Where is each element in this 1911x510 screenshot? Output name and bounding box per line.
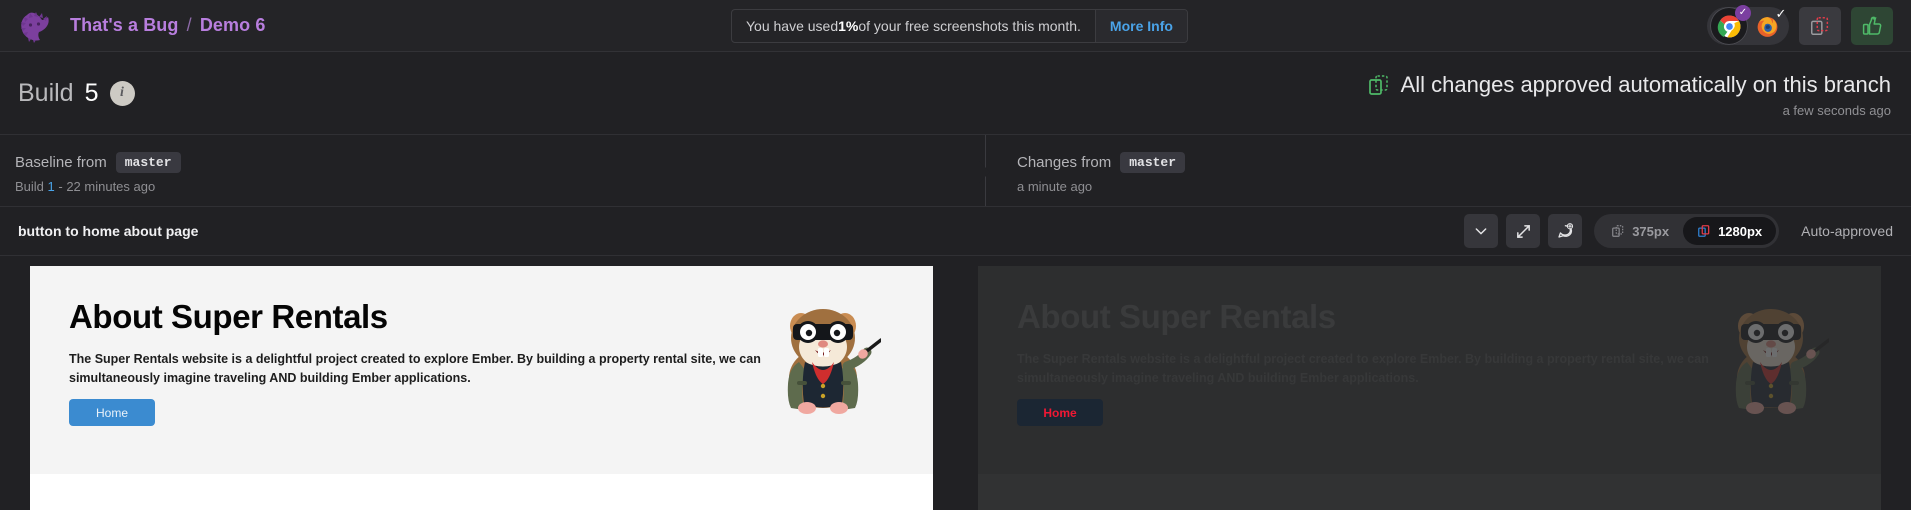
comparison-summary-row: Baseline from master Build 1 - 22 minute… — [0, 135, 1911, 207]
baseline-subtext: Build 1 - 22 minutes ago — [15, 179, 985, 194]
changes-column: Changes from master a minute ago — [985, 135, 1911, 206]
brand-area[interactable]: That's a Bug / Demo 6 — [0, 9, 265, 43]
chevron-down-icon — [1475, 228, 1487, 235]
diff-snapshot-icon — [1612, 225, 1624, 237]
baseline-column: Baseline from master Build 1 - 22 minute… — [0, 135, 985, 206]
breadcrumb[interactable]: That's a Bug / Demo 6 — [70, 15, 265, 36]
width-option-375[interactable]: 375px — [1597, 217, 1683, 245]
usage-banner-text: You have used 1% of your free screenshot… — [732, 10, 1095, 42]
page-footer-strip — [978, 474, 1881, 510]
rendered-heading: About Super Rentals — [1017, 298, 1336, 335]
changes-label: Changes from — [1017, 154, 1112, 171]
build-status-line: All changes approved automatically on th… — [1367, 72, 1891, 98]
width-option-375-label: 375px — [1632, 223, 1670, 239]
page-footer-strip — [30, 474, 933, 510]
diff-snapshot-icon-colored — [1698, 225, 1710, 237]
browser-chip-firefox[interactable]: ✓ — [1748, 7, 1786, 45]
snapshot-approval-status: Auto-approved — [1801, 223, 1893, 239]
breadcrumb-separator: / — [186, 15, 192, 35]
width-option-1280-label: 1280px — [1718, 223, 1763, 239]
expand-arrows-icon — [1516, 224, 1530, 238]
top-navigation-bar: That's a Bug / Demo 6 You have used 1% o… — [0, 0, 1911, 52]
more-info-button[interactable]: More Info — [1094, 10, 1187, 42]
percy-lion-logo-icon[interactable] — [18, 9, 56, 43]
firefox-approved-badge: ✓ — [1775, 5, 1787, 21]
usage-percent: 1% — [838, 18, 859, 34]
changes-branch-tag[interactable]: master — [1120, 152, 1186, 173]
info-icon[interactable]: i — [109, 80, 135, 106]
collapse-button[interactable] — [1464, 214, 1499, 248]
comment-plus-icon — [1558, 223, 1574, 238]
snapshot-name: button to home about page — [18, 223, 199, 239]
rendered-home-button-diff[interactable]: Home — [1017, 399, 1103, 426]
snapshot-comparison-area: About Super Rentals The Super Rentals we… — [0, 256, 1911, 510]
build-label: Build — [18, 78, 74, 107]
rendered-heading: About Super Rentals — [69, 298, 388, 335]
diff-review-button[interactable] — [1799, 7, 1841, 45]
baseline-build-time: - 22 minutes ago — [54, 179, 156, 194]
baseline-build-prefix: Build — [15, 179, 48, 194]
changed-rendered-page: About Super Rentals The Super Rentals we… — [978, 266, 1881, 510]
width-toggle-group: 375px 1280px — [1594, 214, 1780, 248]
percy-lion-logo-svg — [21, 11, 49, 43]
baseline-snapshot-panel[interactable]: About Super Rentals The Super Rentals we… — [30, 266, 933, 510]
browser-toggle-group: ✓ ✓ — [1707, 5, 1789, 45]
baseline-branch-tag[interactable]: master — [115, 152, 181, 173]
build-header: Build 5 i All changes approved automatic… — [0, 52, 1911, 135]
fullscreen-button[interactable] — [1506, 214, 1541, 248]
changes-subtext: a minute ago — [1017, 179, 1093, 194]
build-title: Build 5 i — [0, 79, 135, 108]
rendered-paragraph: The Super Rentals website is a delightfu… — [69, 352, 761, 385]
thumbs-up-icon — [1862, 16, 1882, 35]
baseline-label-row: Baseline from master — [15, 152, 985, 173]
ember-tomster-mascot-icon — [771, 282, 883, 427]
ember-tomster-mascot-icon — [1719, 282, 1831, 427]
build-status-time: a few seconds ago — [1782, 103, 1891, 118]
add-comment-button[interactable] — [1548, 214, 1583, 248]
baseline-label: Baseline from — [15, 154, 107, 171]
tomster-svg — [1735, 309, 1831, 414]
breadcrumb-org[interactable]: That's a Bug — [70, 15, 179, 35]
breadcrumb-project[interactable]: Demo 6 — [200, 15, 266, 35]
snapshot-toolbar-actions: 375px 1280px Auto-approved — [1464, 214, 1893, 248]
baseline-build-link[interactable]: 1 — [48, 179, 55, 194]
rendered-paragraph: The Super Rentals website is a delightfu… — [1017, 352, 1709, 385]
tomster-svg — [787, 309, 883, 414]
approved-diff-icon — [1368, 75, 1388, 95]
usage-suffix: of your free screenshots this month. — [858, 18, 1081, 34]
changes-label-row: Changes from master — [1017, 152, 1911, 173]
rendered-home-button[interactable]: Home — [69, 399, 155, 426]
build-status-block: All changes approved automatically on th… — [1367, 72, 1891, 118]
baseline-rendered-page: About Super Rentals The Super Rentals we… — [30, 266, 933, 510]
build-status-text: All changes approved automatically on th… — [1400, 72, 1891, 97]
snapshot-toolbar: button to home about page 375px 1280px A… — [0, 207, 1911, 256]
width-option-1280[interactable]: 1280px — [1683, 217, 1777, 245]
approve-all-button[interactable] — [1851, 7, 1893, 45]
browser-chip-chrome[interactable]: ✓ — [1710, 5, 1751, 45]
browser-selector-group: ✓ ✓ — [1707, 5, 1893, 45]
changed-snapshot-panel[interactable]: About Super Rentals The Super Rentals we… — [978, 266, 1881, 510]
build-number: 5 — [84, 78, 99, 107]
usage-banner: You have used 1% of your free screenshot… — [731, 9, 1188, 43]
usage-prefix: You have used — [746, 18, 839, 34]
diff-snapshot-icon — [1811, 17, 1829, 35]
